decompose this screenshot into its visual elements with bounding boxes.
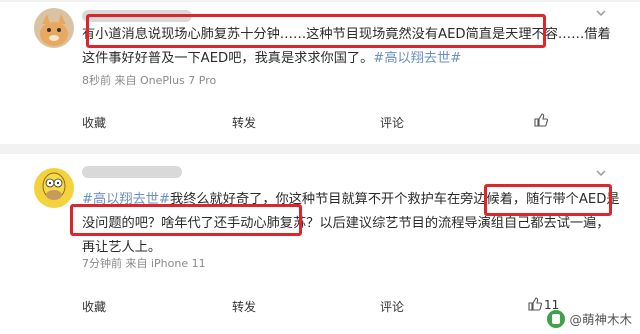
watermark: @萌神木木 xyxy=(547,309,632,328)
repost-button[interactable]: 转发 xyxy=(232,114,256,131)
comment-button[interactable]: 评论 xyxy=(380,298,404,315)
comment-text: 有小道消息说现场心肺复苏十分钟……这种节目现场竟然没有AED简直是天理不容……借… xyxy=(82,27,611,66)
post-meta: 7分钟前 来自 iPhone 11 xyxy=(82,257,206,270)
comment-text: #高以翔去世#我终么就好奇了，你这种节目就算不开个救护车在旁边候着，随行带个AE… xyxy=(82,192,620,255)
hashtag-link[interactable]: #高以翔去世# xyxy=(373,51,461,66)
comment-card-2: #高以翔去世#我终么就好奇了，你这种节目就算不开个救护车在旁边候着，随行带个AE… xyxy=(0,154,640,334)
username-redacted xyxy=(82,10,192,22)
comment-button[interactable]: 评论 xyxy=(380,114,404,131)
like-icon[interactable] xyxy=(534,113,548,127)
like-icon[interactable] xyxy=(528,297,542,311)
avatar[interactable] xyxy=(34,8,74,48)
homer-avatar-icon xyxy=(34,168,74,208)
action-bar: 收藏 转发 评论 xyxy=(0,104,640,140)
post-meta: 8秒前 来自 OnePlus 7 Pro xyxy=(82,74,217,87)
action-bar: 收藏 转发 评论 11 xyxy=(0,288,640,324)
cat-avatar-icon xyxy=(34,8,74,48)
repost-button[interactable]: 转发 xyxy=(232,298,256,315)
collect-button[interactable]: 收藏 xyxy=(82,114,106,131)
watermark-logo-icon xyxy=(547,309,566,328)
watermark-text: @萌神木木 xyxy=(569,312,632,327)
hashtag-link[interactable]: #高以翔去世# xyxy=(82,192,170,207)
collect-button[interactable]: 收藏 xyxy=(82,298,106,315)
username-redacted xyxy=(82,166,182,178)
comment-card-1: 有小道消息说现场心肺复苏十分钟……这种节目现场竟然没有AED简直是天理不容……借… xyxy=(0,0,640,144)
avatar[interactable] xyxy=(34,168,74,208)
chevron-down-icon[interactable] xyxy=(594,6,608,20)
card-separator xyxy=(0,144,640,154)
chevron-down-icon[interactable] xyxy=(594,166,608,180)
